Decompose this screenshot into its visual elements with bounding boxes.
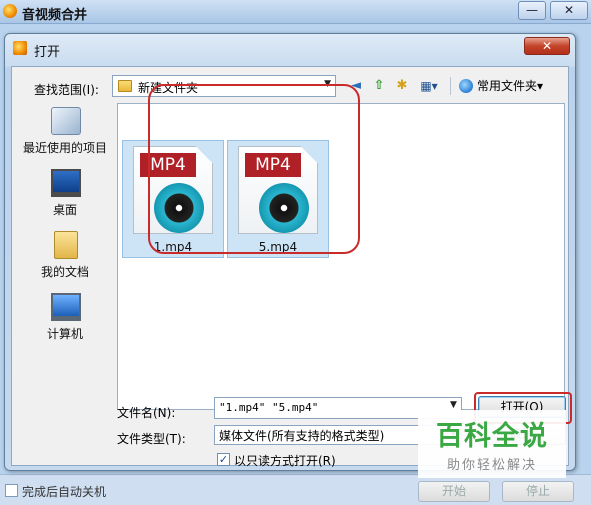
dialog-app-icon: [13, 41, 27, 55]
place-computer[interactable]: 计算机: [19, 291, 111, 351]
watermark-logo-text: 百科全说: [436, 421, 548, 452]
up-folder-button[interactable]: ⇧: [369, 76, 389, 96]
watermark-subtitle: 助你轻松解决: [446, 458, 537, 473]
file-page-icon: MP4: [133, 146, 213, 234]
start-button[interactable]: 开始: [418, 481, 490, 502]
app-logo-icon: [3, 4, 17, 18]
chevron-down-icon: ▼: [324, 79, 331, 89]
back-button[interactable]: ◄: [346, 76, 366, 96]
places-bar: 最近使用的项目 桌面 我的文档 计算机: [19, 105, 111, 409]
lookin-label: 查找范围(I):: [34, 83, 99, 97]
film-reel-icon: [154, 183, 204, 233]
minimize-button[interactable]: —: [518, 1, 546, 20]
new-folder-button[interactable]: ✱: [392, 76, 412, 96]
file-name: 1.mp4: [153, 240, 193, 254]
place-label: 最近使用的项目: [22, 141, 107, 155]
place-documents[interactable]: 我的文档: [19, 229, 111, 289]
app-footer: 完成后自动关机 开始 停止: [0, 474, 591, 505]
mp4-badge: MP4: [245, 153, 301, 177]
stop-button[interactable]: 停止: [502, 481, 574, 502]
mp4-badge: MP4: [140, 153, 196, 177]
favorites-label: 常用文件夹▾: [477, 79, 544, 93]
place-label: 我的文档: [40, 265, 89, 279]
app-titlebar: 音视频合并 — ✕: [0, 0, 591, 24]
auto-shutdown-label: 完成后自动关机: [22, 485, 107, 499]
filename-label: 文件名(N):: [117, 406, 176, 420]
recent-items-icon: [51, 107, 81, 135]
file-item[interactable]: MP4 1.mp4: [122, 140, 224, 258]
lookin-combo[interactable]: 新建文件夹 ▼: [112, 75, 336, 97]
desktop-icon: [51, 169, 81, 197]
globe-icon: [459, 79, 473, 93]
app-title: 音视频合并: [22, 8, 88, 23]
chevron-down-icon[interactable]: ▼: [450, 400, 457, 410]
dialog-title: 打开: [34, 45, 61, 60]
readonly-checkbox[interactable]: ✓: [217, 453, 230, 466]
open-file-dialog: 打开 ✕ 查找范围(I): 新建文件夹 ▼ ◄ ⇧ ✱ ▦▾ 常用文件夹▾ 最近…: [4, 33, 576, 471]
file-name: 5.mp4: [258, 240, 298, 254]
dialog-close-button[interactable]: ✕: [524, 37, 570, 55]
documents-icon: [54, 231, 78, 259]
place-label: 计算机: [46, 327, 83, 341]
auto-shutdown-checkbox[interactable]: [5, 484, 18, 497]
file-list[interactable]: MP4 1.mp4 MP4 5.mp4: [117, 103, 565, 410]
place-label: 桌面: [52, 203, 77, 217]
filetype-label: 文件类型(T):: [117, 432, 186, 446]
favorites-folder-button[interactable]: 常用文件夹▾: [459, 77, 543, 95]
folder-icon: [118, 80, 132, 92]
place-desktop[interactable]: 桌面: [19, 167, 111, 227]
computer-icon: [51, 293, 81, 321]
film-reel-icon: [259, 183, 309, 233]
file-item[interactable]: MP4 5.mp4: [227, 140, 329, 258]
toolbar-divider: [450, 77, 451, 95]
dialog-body: 查找范围(I): 新建文件夹 ▼ ◄ ⇧ ✱ ▦▾ 常用文件夹▾ 最近使用的项目…: [11, 66, 572, 468]
watermark: 百科全说 助你轻松解决: [418, 410, 566, 478]
file-page-icon: MP4: [238, 146, 318, 234]
view-menu-button[interactable]: ▦▾: [415, 76, 443, 96]
place-recent[interactable]: 最近使用的项目: [19, 105, 111, 165]
readonly-label: 以只读方式打开(R): [234, 454, 336, 468]
app-close-button[interactable]: ✕: [550, 1, 588, 20]
lookin-value: 新建文件夹: [138, 81, 199, 95]
